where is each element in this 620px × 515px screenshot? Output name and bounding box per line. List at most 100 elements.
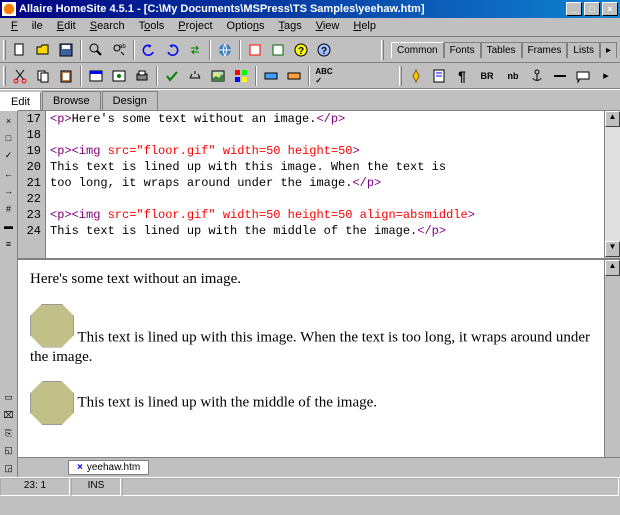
left-lines-icon[interactable]: ≡ [1,236,17,252]
menu-tools[interactable]: Tools [132,18,172,36]
left-toolbar: × □ ✓ ← → # ▬ ≡ ▭ ⌧ ⎘ ◱ ◲ [0,110,18,477]
close-button[interactable]: × [602,2,618,16]
mode-edit[interactable]: Edit [0,92,41,111]
workspace: × □ ✓ ← → # ▬ ≡ ▭ ⌧ ⎘ ◱ ◲ 17181920212223… [0,110,620,477]
menu-tags[interactable]: Tags [271,18,308,36]
mode-design[interactable]: Design [102,91,158,110]
tab-more[interactable]: ▸ [600,42,617,58]
svg-text:?: ? [298,46,304,57]
menu-file[interactable]: File [4,18,50,36]
menu-bar: File Edit Search Tools Project Options T… [0,18,620,37]
tool-b-button[interactable] [267,39,289,61]
floor-image-2 [30,381,74,425]
app-icon [2,2,16,16]
toggle-b-button[interactable] [283,65,305,87]
redo-button[interactable] [161,39,183,61]
help-button[interactable]: ? [290,39,312,61]
validate-button[interactable] [161,65,183,87]
repeat-button[interactable] [184,39,206,61]
preview-scrollbar[interactable]: ▲ [604,260,620,457]
br-tag-button[interactable]: BR [474,65,500,87]
menu-edit[interactable]: Edit [50,18,83,36]
tab-tables[interactable]: Tables [481,42,522,58]
mode-tabs: Edit Browse Design [0,89,620,110]
left-rect-icon[interactable]: ▭ [1,390,17,406]
menu-view[interactable]: View [309,18,347,36]
mode-browse[interactable]: Browse [42,91,101,110]
tool-a-button[interactable] [244,39,266,61]
p-tag-button[interactable]: ¶ [451,65,473,87]
nbsp-button[interactable]: nb [501,65,525,87]
window-title: Allaire HomeSite 4.5.1 - [C:\My Document… [19,3,566,15]
code-editor[interactable]: 1718192021222324 <p>Here's some text wit… [18,110,620,258]
toolbar-grip[interactable] [3,40,6,60]
code-text[interactable]: <p>Here's some text without an image.</p… [46,111,604,258]
status-bar: 23: 1 INS [0,477,620,496]
browse-button[interactable] [85,65,107,87]
left-box-icon[interactable]: □ [1,131,17,147]
left-bar-icon[interactable]: ▬ [1,219,17,235]
spellcheck-button[interactable]: ABC✓ [313,65,335,87]
toolbar2-grip[interactable] [3,66,6,86]
body-button[interactable] [428,65,450,87]
tab-fonts[interactable]: Fonts [444,42,481,58]
code-scrollbar[interactable]: ▲ ▼ [604,111,620,258]
undo-button[interactable] [138,39,160,61]
menu-search[interactable]: Search [83,18,132,36]
save-button[interactable] [55,39,77,61]
left-zoomin-icon[interactable]: ◱ [1,443,17,459]
scroll-up-icon[interactable]: ▲ [605,111,620,127]
left-del-icon[interactable]: ⌧ [1,408,17,424]
status-position: 23: 1 [0,478,70,496]
open-button[interactable] [32,39,54,61]
left-hash-icon[interactable]: # [1,201,17,217]
anchor-button[interactable] [526,65,548,87]
hr-button[interactable] [549,65,571,87]
scroll-down-icon[interactable]: ▼ [605,241,620,257]
svg-text:?: ? [321,46,327,57]
preview-scroll-up[interactable]: ▲ [605,260,620,276]
copy-button[interactable] [32,65,54,87]
cut-button[interactable] [9,65,31,87]
tabbar-grip[interactable] [381,40,384,60]
weight-button[interactable] [184,65,206,87]
tab-common[interactable]: Common [391,42,444,58]
tagbar-grip[interactable] [399,66,402,86]
preview-pane: Here's some text without an image. This … [18,258,620,457]
left-close-icon[interactable]: × [1,113,17,129]
print-button[interactable] [131,65,153,87]
replace-button[interactable]: ab [108,39,130,61]
quicktag-button[interactable] [405,65,427,87]
image-button[interactable] [207,65,229,87]
tagmore-button[interactable]: ▸ [595,65,617,87]
help2-button[interactable]: ? [313,39,335,61]
left-back-icon[interactable]: ← [1,166,17,182]
comment-button[interactable] [572,65,594,87]
left-copy-icon[interactable]: ⎘ [1,425,17,441]
new-button[interactable] [9,39,31,61]
preview-p1: Here's some text without an image. [30,270,608,290]
preview-button[interactable] [108,65,130,87]
title-bar: Allaire HomeSite 4.5.1 - [C:\My Document… [0,0,620,18]
status-message [122,478,619,496]
menu-help[interactable]: Help [346,18,383,36]
file-close-icon[interactable]: × [77,462,83,473]
tab-frames[interactable]: Frames [522,42,568,58]
tab-lists[interactable]: Lists [567,42,600,58]
paste-button[interactable] [55,65,77,87]
left-check-icon[interactable]: ✓ [1,148,17,164]
link-button[interactable] [214,39,236,61]
left-zoomout-icon[interactable]: ◲ [1,461,17,477]
toolbar-main: ab ? ? Common Fonts Tables Frames Lists … [0,37,620,63]
color-button[interactable] [230,65,252,87]
toggle-a-button[interactable] [260,65,282,87]
line-gutter: 1718192021222324 [18,111,46,258]
maximize-button[interactable]: □ [584,2,600,16]
menu-project[interactable]: Project [171,18,219,36]
minimize-button[interactable]: _ [566,2,582,16]
left-fwd-icon[interactable]: → [1,183,17,199]
preview-p2: This text is lined up with this image. W… [30,304,608,368]
menu-options[interactable]: Options [220,18,272,36]
file-tab[interactable]: ×yeehaw.htm [68,460,149,475]
find-button[interactable] [85,39,107,61]
